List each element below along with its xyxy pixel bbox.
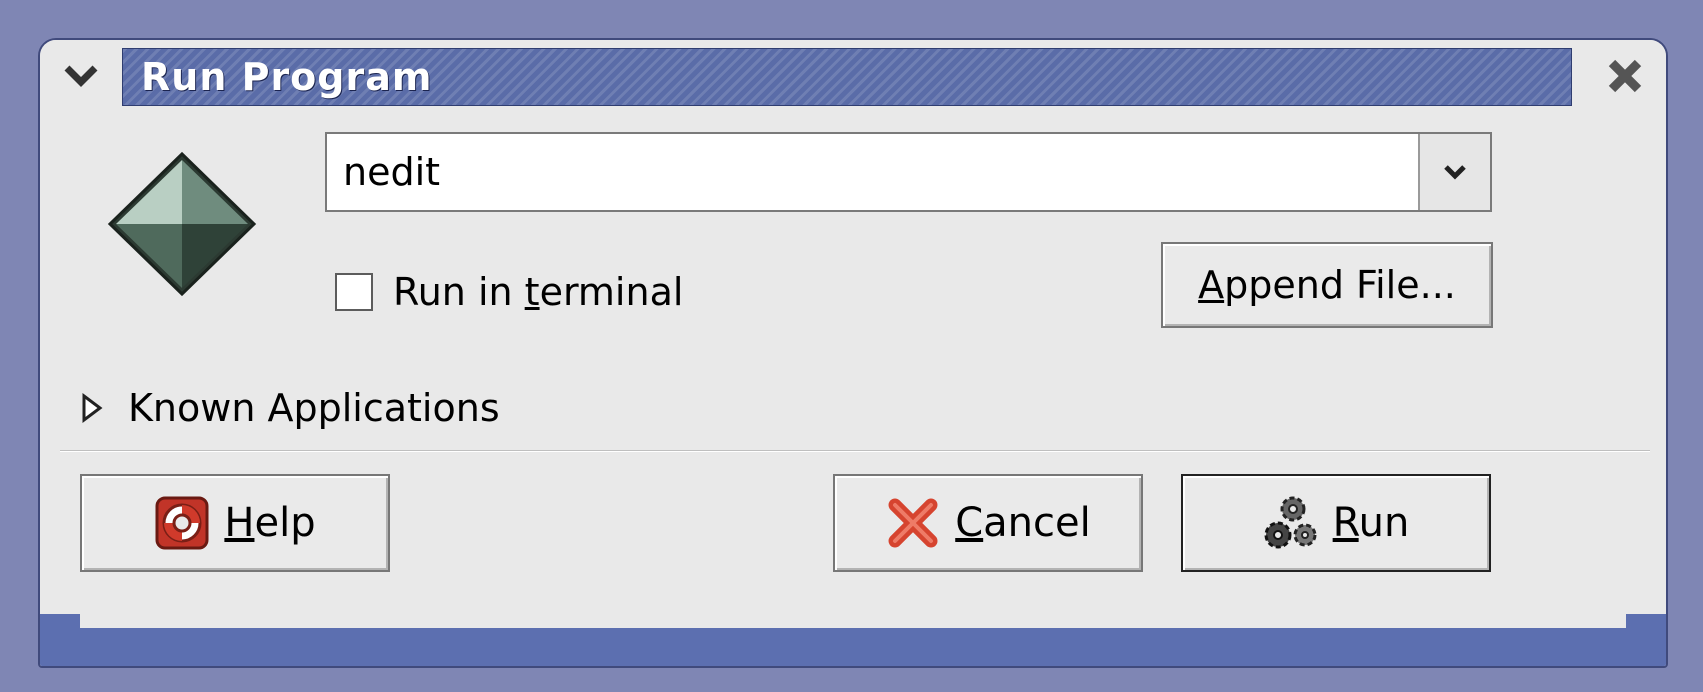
window-bottom-border <box>40 614 1666 666</box>
help-button[interactable]: Help <box>80 474 390 572</box>
history-dropdown-button[interactable] <box>1418 134 1490 210</box>
command-input[interactable] <box>327 134 1415 210</box>
chevron-down-icon <box>1444 165 1466 180</box>
known-applications-label: Known Applications <box>128 386 500 430</box>
cancel-button[interactable]: Cancel <box>833 474 1143 572</box>
diamond-app-icon <box>107 151 257 297</box>
cancel-x-icon <box>888 498 938 548</box>
button-separator <box>60 450 1650 452</box>
gears-icon <box>1264 496 1317 549</box>
run-in-terminal-checkbox[interactable] <box>335 273 373 311</box>
expander-arrow-icon <box>82 393 103 423</box>
title-bar: Run Program <box>40 40 1666 112</box>
chevron-down-icon <box>64 65 98 87</box>
run-in-terminal-row[interactable]: Run in terminal <box>335 264 683 320</box>
command-combo <box>325 132 1492 212</box>
window-menu-button[interactable] <box>50 46 112 106</box>
run-button[interactable]: Run <box>1181 474 1491 572</box>
run-in-terminal-label[interactable]: Run in terminal <box>393 270 683 314</box>
run-program-dialog: Run Program Run in terminal Append File.… <box>38 38 1668 668</box>
known-applications-expander[interactable]: Known Applications <box>80 380 500 436</box>
title-strip[interactable]: Run Program <box>122 48 1572 106</box>
window-title: Run Program <box>141 55 433 99</box>
close-button[interactable] <box>1594 46 1656 106</box>
lifebuoy-icon <box>155 496 209 550</box>
close-icon <box>1608 59 1642 93</box>
append-file-button[interactable]: Append File... <box>1161 242 1493 328</box>
